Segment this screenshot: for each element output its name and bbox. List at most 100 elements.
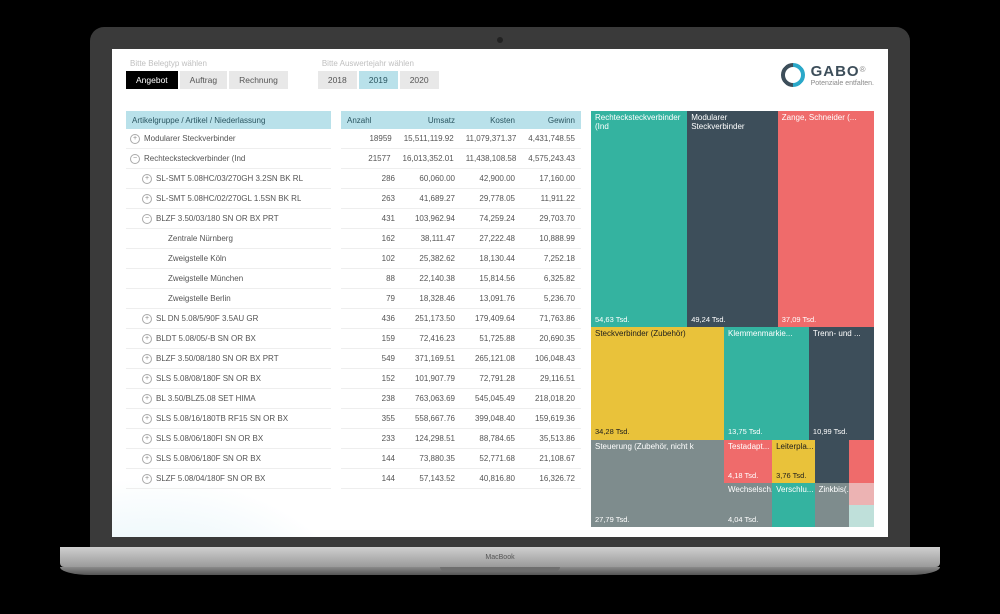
- metrics-col-header[interactable]: Gewinn: [521, 116, 581, 125]
- hierarchy-row[interactable]: Zweigstelle München: [126, 269, 331, 289]
- metrics-row[interactable]: 355558,667.76399,048.40159,619.36: [341, 409, 581, 429]
- metrics-row[interactable]: 549371,169.51265,121.08106,048.43: [341, 349, 581, 369]
- metrics-row[interactable]: 16238,111.4727,222.4810,888.99: [341, 229, 581, 249]
- hierarchy-row[interactable]: +SLS 5.08/16/180TB RF15 SN OR BX: [126, 409, 331, 429]
- brand-logo: GABO® Potenziale entfalten.: [781, 59, 874, 87]
- treemap-cell-label: Verschlu...: [776, 486, 810, 495]
- metrics-col-header[interactable]: Kosten: [461, 116, 521, 125]
- hierarchy-row[interactable]: −Rechtecksteckverbinder (Ind: [126, 149, 331, 169]
- metrics-row[interactable]: 152101,907.7972,791.2829,116.51: [341, 369, 581, 389]
- expand-icon[interactable]: +: [142, 314, 152, 324]
- metrics-cell: 16,013,352.01: [397, 154, 460, 163]
- hierarchy-row[interactable]: +SLS 5.08/08/180F SN OR BX: [126, 369, 331, 389]
- expand-icon[interactable]: +: [142, 194, 152, 204]
- hierarchy-row[interactable]: Zentrale Nürnberg: [126, 229, 331, 249]
- metrics-row[interactable]: 2157716,013,352.0111,438,108.584,575,243…: [341, 149, 581, 169]
- collapse-icon[interactable]: −: [130, 154, 140, 164]
- hierarchy-row[interactable]: Zweigstelle Köln: [126, 249, 331, 269]
- treemap-cell[interactable]: Trenn- und ...10,99 Tsd.: [809, 327, 874, 439]
- treemap-cell[interactable]: [849, 440, 874, 484]
- expand-icon[interactable]: +: [142, 394, 152, 404]
- metrics-cell: 11,911.22: [521, 194, 581, 203]
- hierarchy-row[interactable]: +BL 3.50/BLZ5.08 SET HIMA: [126, 389, 331, 409]
- metrics-cell: 436: [341, 314, 401, 323]
- tab-belegtyp-auftrag[interactable]: Auftrag: [180, 71, 227, 89]
- expand-icon[interactable]: +: [142, 174, 152, 184]
- metrics-row[interactable]: 26341,689.2729,778.0511,911.22: [341, 189, 581, 209]
- metrics-cell: 25,382.62: [401, 254, 461, 263]
- treemap-cell[interactable]: [815, 440, 849, 484]
- metrics-cell: 7,252.18: [521, 254, 581, 263]
- expand-icon[interactable]: +: [142, 414, 152, 424]
- hierarchy-row[interactable]: +SLS 5.08/06/180FI SN OR BX: [126, 429, 331, 449]
- tabs-jahr: 201820192020: [318, 71, 439, 89]
- treemap-cell[interactable]: Zange, Schneider (...37,09 Tsd.: [778, 111, 874, 327]
- camera-dot: [497, 37, 503, 43]
- treemap-cell[interactable]: Steckverbinder (Zubehör)34,28 Tsd.: [591, 327, 724, 439]
- hierarchy-row[interactable]: +Modularer Steckverbinder: [126, 129, 331, 149]
- tab-belegtyp-angebot[interactable]: Angebot: [126, 71, 178, 89]
- metrics-col-header[interactable]: Umsatz: [401, 116, 461, 125]
- metrics-row[interactable]: 1895915,511,119.9211,079,371.374,431,748…: [341, 129, 581, 149]
- metrics-cell: 218,018.20: [521, 394, 581, 403]
- treemap-chart[interactable]: Rechtecksteckverbinder (Ind54,63 Tsd.Mod…: [591, 111, 874, 527]
- tab-belegtyp-rechnung[interactable]: Rechnung: [229, 71, 288, 89]
- treemap-cell-label: Klemmenmarkie...: [728, 330, 805, 339]
- metrics-cell: 35,513.86: [521, 434, 581, 443]
- metrics-row[interactable]: 238763,063.69545,045.49218,018.20: [341, 389, 581, 409]
- metrics-row[interactable]: 28660,060.0042,900.0017,160.00: [341, 169, 581, 189]
- treemap-cell-label: Rechtecksteckverbinder (Ind: [595, 114, 683, 132]
- metrics-col-header[interactable]: Anzahl: [341, 116, 401, 125]
- treemap-cell[interactable]: [849, 483, 874, 505]
- expand-icon[interactable]: +: [142, 334, 152, 344]
- expand-icon[interactable]: +: [142, 474, 152, 484]
- metrics-cell: 558,667.76: [401, 414, 461, 423]
- hierarchy-row[interactable]: +SLS 5.08/06/180F SN OR BX: [126, 449, 331, 469]
- collapse-icon[interactable]: −: [142, 214, 152, 224]
- metrics-cell: 355: [341, 414, 401, 423]
- metrics-row[interactable]: 431103,962.9474,259.2429,703.70: [341, 209, 581, 229]
- hierarchy-row[interactable]: +SL-SMT 5.08HC/02/270GL 1.5SN BK RL: [126, 189, 331, 209]
- treemap-cell[interactable]: Wechselsch...4,04 Tsd.: [724, 483, 772, 527]
- expand-icon[interactable]: +: [130, 134, 140, 144]
- treemap-cell-value: 37,09 Tsd.: [782, 316, 816, 324]
- hierarchy-row[interactable]: +BLDT 5.08/05/-B SN OR BX: [126, 329, 331, 349]
- metrics-cell: 549: [341, 354, 401, 363]
- metrics-row[interactable]: 10225,382.6218,130.447,252.18: [341, 249, 581, 269]
- hierarchy-row[interactable]: −BLZF 3.50/03/180 SN OR BX PRT: [126, 209, 331, 229]
- metrics-cell: 72,791.28: [461, 374, 521, 383]
- expand-icon[interactable]: +: [142, 454, 152, 464]
- metrics-row[interactable]: 233124,298.5188,784.6535,513.86: [341, 429, 581, 449]
- expand-icon[interactable]: +: [142, 374, 152, 384]
- logo-name: GABO: [811, 63, 860, 80]
- metrics-row[interactable]: 15972,416.2351,725.8820,690.35: [341, 329, 581, 349]
- hierarchy-row[interactable]: +BLZF 3.50/08/180 SN OR BX PRT: [126, 349, 331, 369]
- treemap-cell[interactable]: Klemmenmarkie...13,75 Tsd.: [724, 327, 809, 439]
- tab-jahr-2018[interactable]: 2018: [318, 71, 357, 89]
- metrics-row[interactable]: 7918,328.4613,091.765,236.70: [341, 289, 581, 309]
- hierarchy-row[interactable]: +SLZF 5.08/04/180F SN OR BX: [126, 469, 331, 489]
- treemap-cell[interactable]: Testadapt...4,18 Tsd.: [724, 440, 772, 484]
- metrics-row[interactable]: 14457,143.5240,816.8016,326.72: [341, 469, 581, 489]
- metrics-row[interactable]: 8822,140.3815,814.566,325.82: [341, 269, 581, 289]
- hierarchy-row[interactable]: +SL-SMT 5.08HC/03/270GH 3.2SN BK RL: [126, 169, 331, 189]
- expand-icon[interactable]: +: [142, 434, 152, 444]
- tab-jahr-2019[interactable]: 2019: [359, 71, 398, 89]
- treemap-cell[interactable]: Steuerung (Zubehör, nicht k27,79 Tsd.: [591, 440, 724, 527]
- expand-icon[interactable]: +: [142, 354, 152, 364]
- hierarchy-row[interactable]: Zweigstelle Berlin: [126, 289, 331, 309]
- treemap-cell[interactable]: Rechtecksteckverbinder (Ind54,63 Tsd.: [591, 111, 687, 327]
- treemap-cell[interactable]: Leiterpla...3,76 Tsd.: [772, 440, 814, 484]
- treemap-cell-value: 4,04 Tsd.: [728, 516, 758, 524]
- treemap-cell[interactable]: Modularer Steckverbinder49,24 Tsd.: [687, 111, 778, 327]
- treemap-cell[interactable]: Verschlu...: [772, 483, 814, 527]
- metrics-cell: 57,143.52: [401, 474, 461, 483]
- metrics-row[interactable]: 436251,173.50179,409.6471,763.86: [341, 309, 581, 329]
- metrics-cell: 159,619.36: [521, 414, 581, 423]
- treemap-cell[interactable]: Zinkbis(...: [815, 483, 849, 527]
- treemap-cell[interactable]: [849, 505, 874, 527]
- screen-bezel: Bitte Belegtyp wählen AngebotAuftragRech…: [90, 27, 910, 547]
- hierarchy-row[interactable]: +SL DN 5.08/5/90F 3.5AU GR: [126, 309, 331, 329]
- metrics-row[interactable]: 14473,880.3552,771.6821,108.67: [341, 449, 581, 469]
- tab-jahr-2020[interactable]: 2020: [400, 71, 439, 89]
